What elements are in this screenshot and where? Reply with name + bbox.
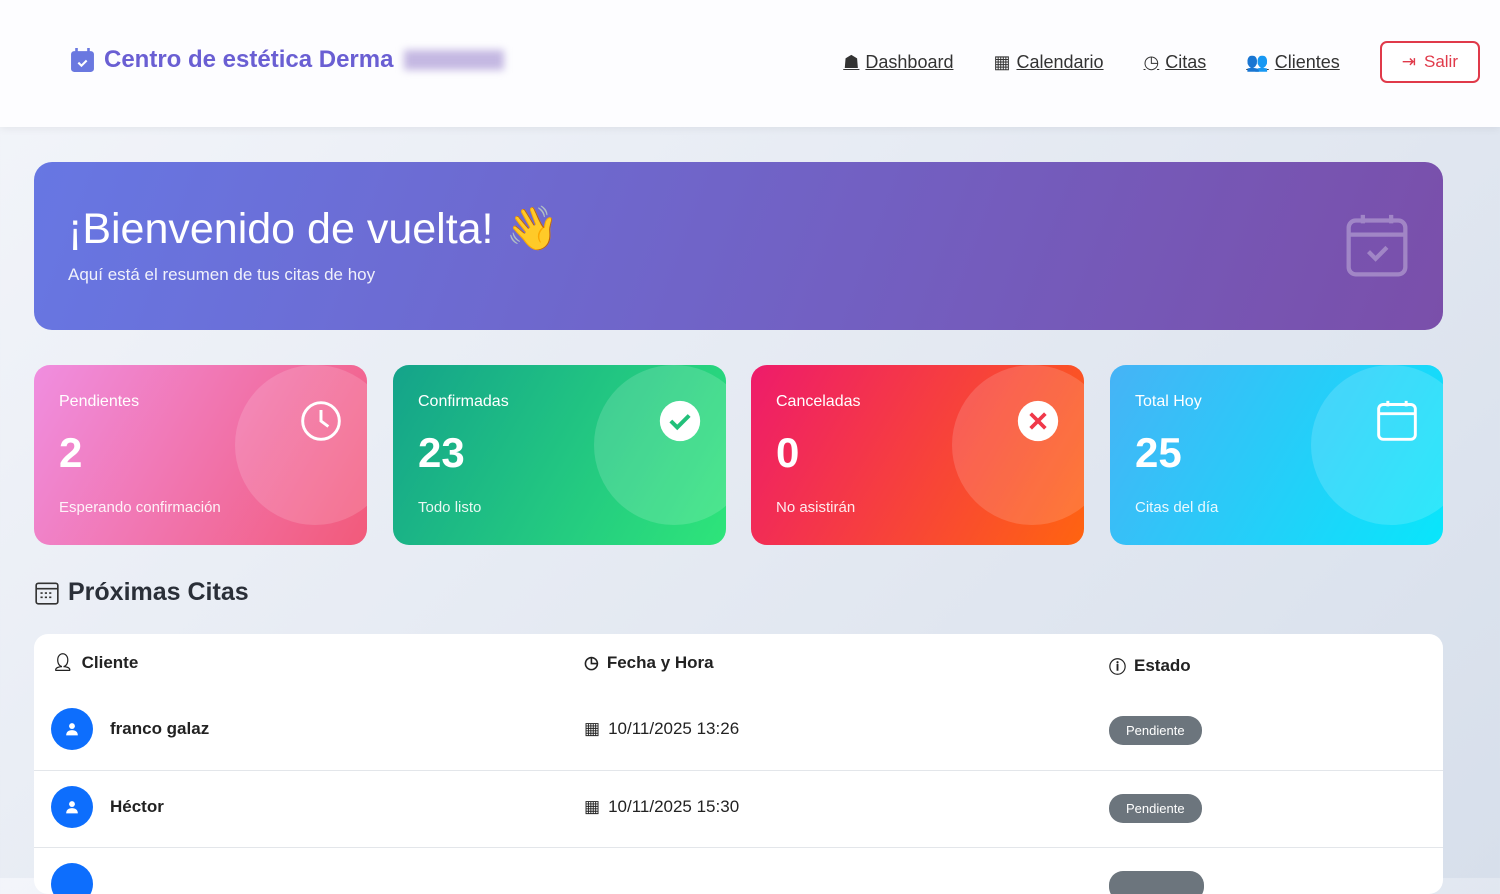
clock-icon: ◷ — [584, 653, 599, 672]
clock-icon — [301, 401, 341, 441]
calendar-icon: ▦ — [584, 797, 601, 816]
stat-title: Confirmadas — [418, 393, 509, 410]
stat-value: 2 — [59, 429, 83, 476]
calendar-icon: ▦ — [993, 51, 1011, 72]
check-circle-icon — [659, 400, 701, 442]
column-header-fecha[interactable]: ◷ Fecha y Hora — [584, 653, 714, 673]
brand[interactable]: Centro de estética Derma — [70, 46, 505, 74]
nav-clientes[interactable]: 👥 Clientes — [1246, 52, 1339, 73]
status-badge: Pendiente — [1109, 716, 1202, 745]
column-header-estado[interactable]: ⓘ Estado — [1109, 653, 1191, 678]
redacted-text — [404, 50, 505, 70]
calendar-icon: ▦ — [584, 719, 601, 738]
avatar — [51, 786, 93, 828]
stat-card-total-hoy: Total Hoy 25 Citas del día — [1110, 365, 1443, 545]
client-name: Héctor — [110, 797, 164, 816]
nav-calendario[interactable]: ▦ Calendario — [993, 52, 1103, 73]
appointments-table: 👤︎ Cliente ◷ Fecha y Hora ⓘ Estado franco g… — [34, 634, 1443, 894]
logout-icon: ⇥ — [1401, 52, 1416, 71]
column-header-cliente[interactable]: 👤︎ Cliente — [52, 653, 138, 673]
stat-title: Pendientes — [59, 393, 140, 410]
nav-label: Citas — [1165, 51, 1207, 72]
header-label: Estado — [1134, 655, 1191, 675]
stat-value: 23 — [418, 429, 465, 476]
datetime-text: 10/11/2025 15:30 — [608, 797, 740, 816]
appointment-datetime: ▦ 10/11/2025 13:26 — [584, 719, 739, 739]
avatar — [51, 863, 93, 894]
logout-label: Salir — [1423, 52, 1458, 71]
user-icon: 👤︎ — [52, 653, 74, 672]
nav-citas[interactable]: ◷ Citas — [1144, 52, 1207, 73]
appointment-datetime: ▦ 10/11/2025 15:30 — [584, 797, 739, 817]
calendar-grid-icon — [35, 581, 59, 605]
stat-title: Canceladas — [776, 393, 861, 410]
avatar — [51, 708, 93, 750]
status-badge — [1109, 871, 1204, 894]
clock-icon: ◷ — [1143, 51, 1160, 72]
home-icon: ☗ — [843, 51, 860, 72]
stat-title: Total Hoy — [1135, 393, 1202, 410]
header-label: Fecha y Hora — [606, 653, 714, 672]
calendar-check-icon — [71, 47, 94, 72]
welcome-title: ¡Bienvenido de vuelta! 👋 — [68, 205, 559, 253]
user-icon — [66, 801, 78, 814]
user-icon — [66, 723, 78, 736]
nav-dashboard[interactable]: ☗ Dashboard — [843, 52, 953, 73]
status-badge: Pendiente — [1109, 794, 1202, 823]
users-icon: 👥 — [1246, 51, 1269, 72]
stat-subtitle: Todo listo — [418, 499, 482, 516]
brand-name: Centro de estética Derma — [104, 46, 394, 73]
welcome-subtitle: Aquí está el resumen de tus citas de hoy — [68, 265, 376, 284]
stat-card-pendientes: Pendientes 2 Esperando confirmación — [34, 365, 367, 545]
info-icon: ⓘ — [1109, 658, 1126, 677]
stat-value: 25 — [1135, 429, 1182, 476]
stat-card-confirmadas: Confirmadas 23 Todo listo — [393, 365, 726, 545]
stat-card-canceladas: Canceladas 0 No asistirán — [751, 365, 1084, 545]
section-header: Próximas Citas — [34, 578, 249, 607]
top-navbar: Centro de estética Derma ☗ Dashboard ▦ Cal… — [0, 0, 1500, 127]
nav-label: Dashboard — [865, 51, 954, 72]
logout-button[interactable]: ⇥ Salir — [1379, 41, 1480, 83]
client-name: franco galaz — [110, 719, 210, 738]
section-title: Próximas Citas — [68, 578, 249, 606]
welcome-banner: ¡Bienvenido de vuelta! 👋 Aquí está el re… — [34, 162, 1443, 330]
stat-value: 0 — [776, 429, 800, 476]
datetime-text: 10/11/2025 13:26 — [608, 719, 740, 738]
nav-label: Calendario — [1016, 51, 1104, 72]
x-circle-icon — [1017, 400, 1059, 442]
header-label: Cliente — [81, 653, 139, 672]
table-row[interactable] — [34, 847, 1443, 894]
nav-label: Clientes — [1274, 51, 1340, 72]
table-row[interactable]: Héctor ▦ 10/11/2025 15:30 Pendiente — [34, 770, 1443, 847]
stat-subtitle: Citas del día — [1135, 499, 1219, 516]
stat-subtitle: Esperando confirmación — [59, 499, 221, 516]
stat-subtitle: No asistirán — [776, 499, 856, 516]
calendar-icon — [1377, 400, 1417, 441]
table-row[interactable]: franco galaz ▦ 10/11/2025 13:26 Pendiente — [34, 693, 1443, 770]
calendar-check-icon — [1346, 214, 1408, 277]
